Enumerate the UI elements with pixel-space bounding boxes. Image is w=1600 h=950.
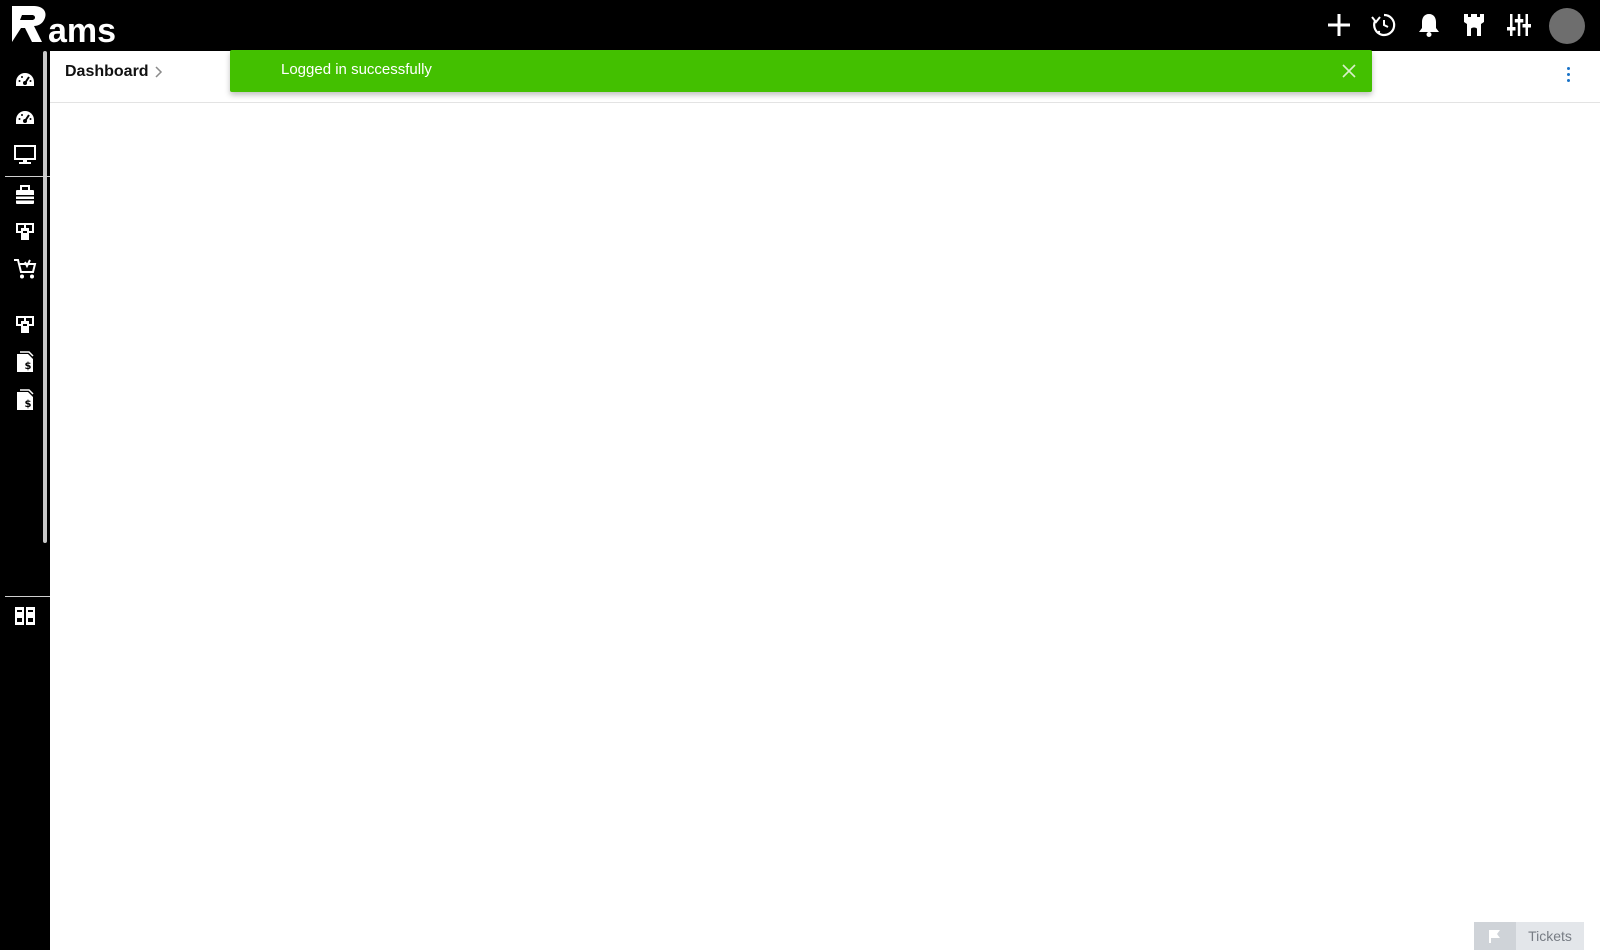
sidebar-item-layout[interactable] bbox=[10, 601, 40, 631]
assets-icon bbox=[16, 316, 34, 333]
sidebar: $ $ bbox=[0, 51, 50, 950]
top-bar: ams bbox=[0, 0, 1600, 51]
cart-icon bbox=[14, 259, 37, 279]
sidebar-item-briefcase[interactable] bbox=[10, 180, 40, 210]
plus-icon bbox=[1328, 14, 1350, 36]
layout-grid-icon bbox=[15, 607, 35, 625]
close-icon bbox=[1342, 64, 1356, 78]
castle-button[interactable] bbox=[1458, 9, 1490, 41]
avatar[interactable] bbox=[1549, 8, 1585, 44]
chevron-right-icon bbox=[155, 66, 163, 78]
assets-icon bbox=[16, 223, 34, 240]
invoice-dollar-icon: $ bbox=[17, 389, 34, 410]
notifications-button[interactable] bbox=[1413, 9, 1445, 41]
dashboard-gauge-icon bbox=[16, 111, 34, 124]
kebab-dot bbox=[1566, 66, 1570, 70]
sidebar-divider-bottom bbox=[5, 596, 50, 597]
sidebar-item-assets[interactable] bbox=[10, 217, 40, 247]
svg-text:$: $ bbox=[25, 399, 32, 410]
sidebar-item-assets-2[interactable] bbox=[10, 310, 40, 340]
flag-icon bbox=[1474, 922, 1516, 950]
settings-sliders-button[interactable] bbox=[1503, 9, 1535, 41]
tickets-label: Tickets bbox=[1516, 922, 1584, 950]
monitor-icon bbox=[14, 145, 36, 164]
sidebar-item-dashboard[interactable] bbox=[10, 65, 40, 95]
sidebar-scrollbar[interactable] bbox=[43, 51, 47, 543]
sidebar-item-invoices[interactable]: $ bbox=[10, 347, 40, 377]
sidebar-item-invoices-2[interactable]: $ bbox=[10, 385, 40, 415]
dashboard-gauge-icon bbox=[16, 73, 34, 86]
sidebar-item-dashboard-2[interactable] bbox=[10, 103, 40, 133]
toast-close-button[interactable] bbox=[1340, 62, 1358, 80]
add-button[interactable] bbox=[1323, 9, 1355, 41]
toast-message: Logged in successfully bbox=[281, 61, 432, 78]
castle-icon bbox=[1464, 14, 1484, 36]
svg-text:ams: ams bbox=[48, 12, 116, 46]
kebab-dot bbox=[1566, 72, 1570, 76]
more-options-button[interactable] bbox=[1558, 61, 1578, 87]
breadcrumb: Dashboard bbox=[65, 61, 163, 83]
sidebar-item-monitor[interactable] bbox=[10, 140, 40, 170]
sidebar-divider bbox=[5, 176, 50, 177]
kebab-dot bbox=[1566, 78, 1570, 82]
breadcrumb-dashboard[interactable]: Dashboard bbox=[65, 63, 149, 81]
tickets-button[interactable]: Tickets bbox=[1474, 922, 1584, 950]
success-toast: Logged in successfully bbox=[230, 50, 1372, 92]
briefcase-icon bbox=[16, 185, 34, 204]
history-button[interactable] bbox=[1368, 9, 1400, 41]
rams-logo[interactable]: ams bbox=[10, 4, 132, 50]
invoice-dollar-icon: $ bbox=[17, 351, 34, 372]
bell-icon bbox=[1419, 14, 1439, 37]
sliders-icon bbox=[1507, 14, 1531, 36]
svg-text:$: $ bbox=[25, 361, 32, 372]
sidebar-item-cart[interactable] bbox=[10, 254, 40, 284]
history-icon bbox=[1371, 13, 1396, 37]
